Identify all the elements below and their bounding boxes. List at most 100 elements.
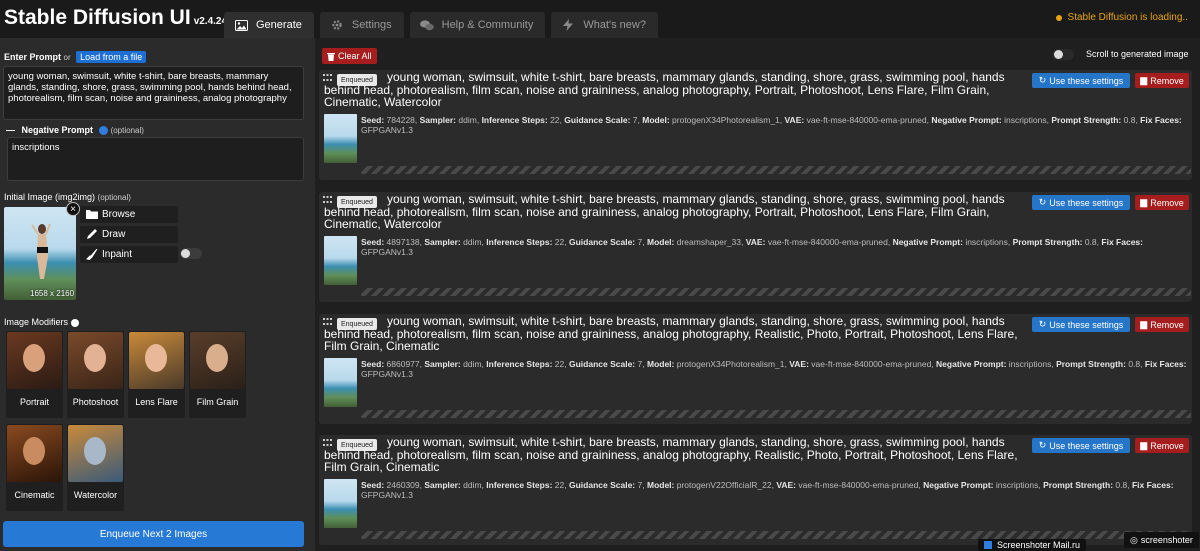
modifier-label: Lens Flare xyxy=(135,397,178,407)
remove-label: Remove xyxy=(1150,75,1184,86)
task-card: Enqueued young woman, swimsuit, white t-… xyxy=(319,435,1192,545)
trash-icon: ▆ xyxy=(1140,440,1148,450)
modifier-cinematic[interactable]: Cinematic xyxy=(6,424,63,511)
app-title: Stable Diffusion UI v2.4.24 xyxy=(4,6,227,30)
use-settings-button[interactable]: ↻ Use these settings xyxy=(1032,73,1130,88)
remove-label: Remove xyxy=(1150,197,1184,208)
remove-button[interactable]: ▆ Remove xyxy=(1135,317,1189,332)
inpaint-toggle[interactable] xyxy=(180,248,202,259)
or-text: or xyxy=(63,53,71,62)
task-prompt: young woman, swimsuit, white t-shirt, ba… xyxy=(324,314,1018,353)
initial-image-label-text: Initial Image (img2img) xyxy=(4,192,96,202)
screenshoter-mail-text: Screenshoter Mail.ru xyxy=(997,540,1081,550)
task-prompt: young woman, swimsuit, white t-shirt, ba… xyxy=(324,192,1005,231)
face-shape xyxy=(23,437,45,465)
refresh-icon: ↻ xyxy=(1038,440,1047,450)
refresh-icon: ↻ xyxy=(1038,197,1047,207)
folder-icon xyxy=(86,210,98,219)
screenshoter-mail-badge: Screenshoter Mail.ru xyxy=(978,539,1087,551)
task-metadata: Seed: 2460309, Sampler: ddim, Inference … xyxy=(361,480,1174,500)
scroll-to-image-toggle[interactable] xyxy=(1052,49,1074,60)
info-icon[interactable] xyxy=(98,126,108,136)
modifier-thumb xyxy=(68,425,123,482)
clear-all-button[interactable]: Clear All xyxy=(322,48,377,64)
modifier-lens-flare[interactable]: Lens Flare xyxy=(128,331,185,418)
task-metadata: Seed: 784228, Sampler: ddim, Inference S… xyxy=(361,115,1182,135)
remove-label: Remove xyxy=(1150,440,1184,451)
browse-button[interactable]: Browse xyxy=(80,206,178,223)
load-from-file-button[interactable]: Load from a file xyxy=(76,51,147,63)
modifier-label: Film Grain xyxy=(196,397,239,407)
task-thumbnail xyxy=(324,479,357,528)
task-progress-bar xyxy=(361,288,1191,296)
trash-icon: ▆ xyxy=(1140,197,1148,207)
face-shape xyxy=(23,344,45,372)
use-settings-button[interactable]: ↻ Use these settings xyxy=(1032,438,1130,453)
bolt-icon xyxy=(561,19,575,31)
comments-icon xyxy=(419,19,434,31)
monitor-icon xyxy=(984,541,992,549)
tab-whats-new[interactable]: What's new? xyxy=(551,12,658,38)
use-settings-button[interactable]: ↻ Use these settings xyxy=(1032,317,1130,332)
modifier-portrait[interactable]: Portrait xyxy=(6,331,63,418)
inpaint-button[interactable]: Inpaint xyxy=(80,246,178,263)
modifier-thumb xyxy=(68,332,123,389)
tab-help-community[interactable]: Help & Community xyxy=(409,12,546,38)
negative-optional: (optional) xyxy=(110,126,144,135)
negative-prompt-label: — Negative Prompt (optional) xyxy=(6,125,144,136)
task-metadata: Seed: 4897138, Sampler: ddim, Inference … xyxy=(361,237,1143,257)
task-progress-bar xyxy=(361,410,1191,418)
browse-label: Browse xyxy=(102,209,136,220)
server-status: Stable Diffusion is loading.. xyxy=(1055,12,1188,23)
modifier-label: Cinematic xyxy=(14,490,55,500)
task-progress-bar xyxy=(361,166,1191,174)
app-header: Stable Diffusion UI v2.4.24 Generate Sett… xyxy=(0,0,1200,38)
task-thumbnail xyxy=(324,358,357,407)
modifier-watercolor[interactable]: Watercolor xyxy=(67,424,124,511)
pencil-icon xyxy=(87,229,97,239)
modifier-film-grain[interactable]: Film Grain xyxy=(189,331,246,418)
inpaint-label: Inpaint xyxy=(102,249,133,260)
paintbrush-icon xyxy=(86,249,98,260)
task-metadata: Seed: 6860977, Sampler: ddim, Inference … xyxy=(361,359,1187,379)
trash-icon: ▆ xyxy=(1140,75,1148,85)
task-card: Enqueued young woman, swimsuit, white t-… xyxy=(319,192,1192,302)
server-status-text: Stable Diffusion is loading.. xyxy=(1067,12,1188,23)
main-tabs: Generate Settings Help & Community What'… xyxy=(224,12,664,38)
task-prompt: young woman, swimsuit, white t-shirt, ba… xyxy=(324,70,1005,109)
modifier-thumb xyxy=(190,332,245,389)
scroll-to-image-label: Scroll to generated image xyxy=(1086,49,1189,59)
tab-generate-label: Generate xyxy=(256,19,302,31)
enqueue-button[interactable]: Enqueue Next 2 Images xyxy=(3,521,304,547)
face-shape xyxy=(84,344,106,372)
negative-collapse-toggle[interactable]: — xyxy=(6,125,15,135)
tab-generate[interactable]: Generate xyxy=(224,12,314,38)
queue-panel: Clear All Scroll to generated image Enqu… xyxy=(315,38,1200,551)
app-title-text: Stable Diffusion UI xyxy=(4,6,191,29)
screenshoter-text: screenshoter xyxy=(1140,535,1193,545)
face-shape xyxy=(145,344,167,372)
prompt-label: Enter Prompt or Load from a file xyxy=(4,51,147,63)
negative-prompt-input[interactable]: inscriptions xyxy=(7,137,304,181)
remove-button[interactable]: ▆ Remove xyxy=(1135,73,1189,88)
prompt-input[interactable]: young woman, swimsuit, white t-shirt, ba… xyxy=(3,66,304,120)
image-modifiers-label: Image Modifiers xyxy=(4,317,82,327)
status-dot-icon xyxy=(1055,14,1062,21)
editor-panel: Enter Prompt or Load from a file young w… xyxy=(0,38,315,551)
remove-button[interactable]: ▆ Remove xyxy=(1135,195,1189,210)
modifier-photoshoot[interactable]: Photoshoot xyxy=(67,331,124,418)
image-modifiers-label-text: Image Modifiers xyxy=(4,317,69,327)
remove-image-button[interactable]: × xyxy=(66,202,80,216)
remove-button[interactable]: ▆ Remove xyxy=(1135,438,1189,453)
modifier-label: Watercolor xyxy=(73,490,118,500)
negative-label-text: Negative Prompt xyxy=(21,125,94,135)
tab-settings[interactable]: Settings xyxy=(319,12,404,38)
camera-icon: ◎ xyxy=(1130,534,1138,545)
face-shape xyxy=(84,437,106,465)
refresh-icon: ↻ xyxy=(1038,75,1047,85)
use-settings-button[interactable]: ↻ Use these settings xyxy=(1032,195,1130,210)
task-progress-bar xyxy=(361,531,1191,539)
help-icon[interactable] xyxy=(71,318,80,327)
draw-button[interactable]: Draw xyxy=(80,226,178,243)
face-shape xyxy=(206,344,228,372)
